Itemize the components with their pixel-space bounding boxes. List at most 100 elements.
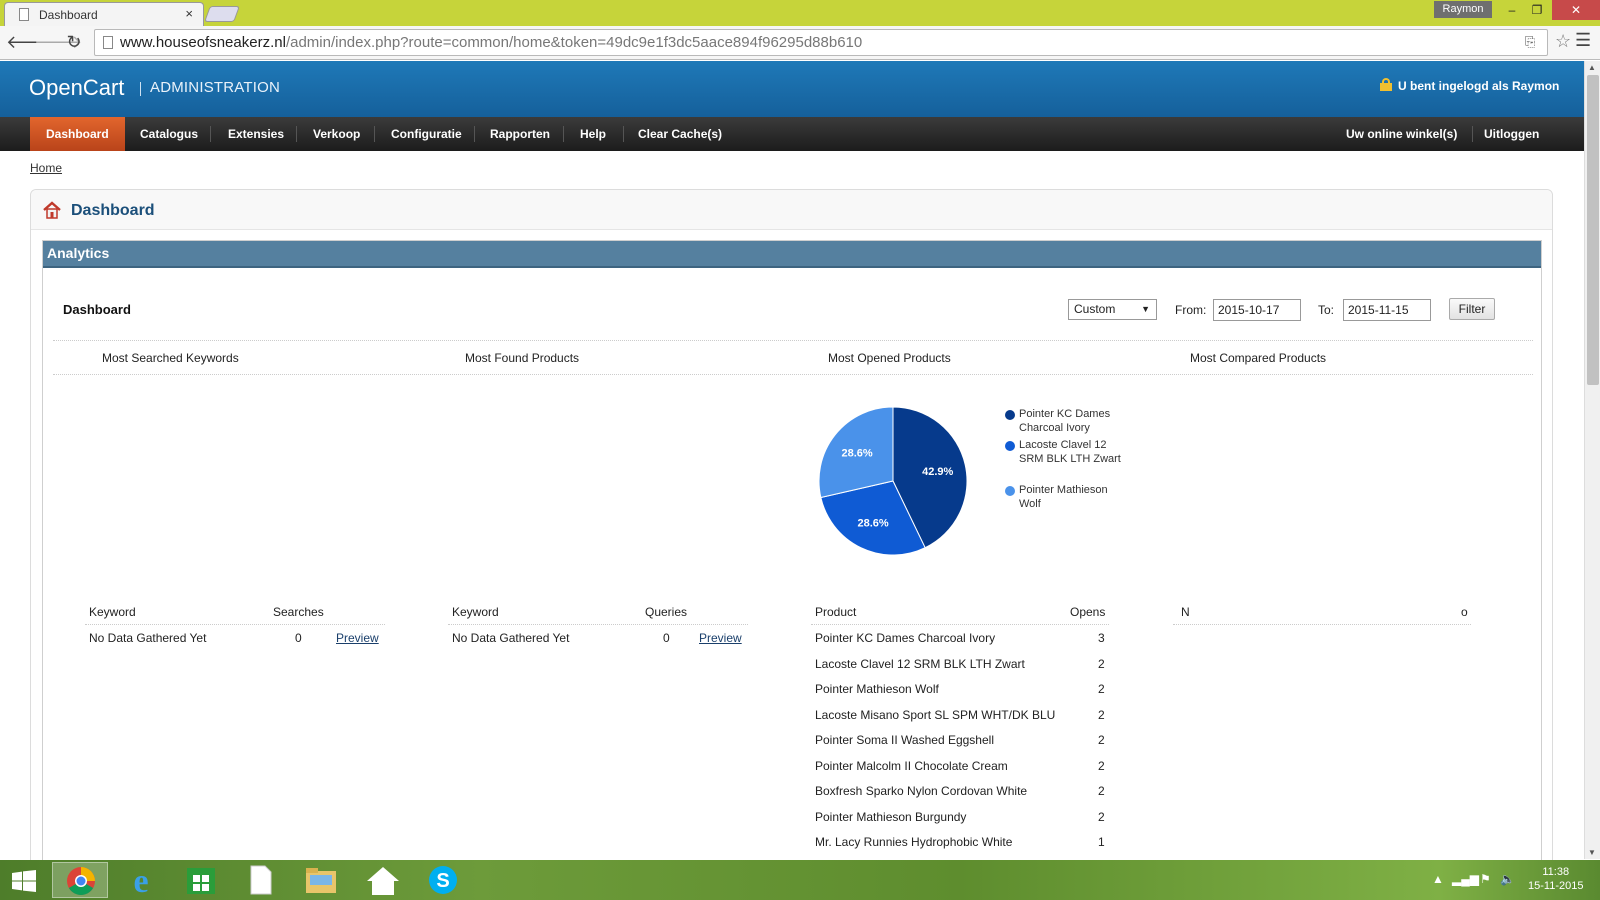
- scroll-thumb[interactable]: [1587, 75, 1599, 385]
- admin-header: OpenCart ADMINISTRATION U bent ingelogd …: [0, 61, 1584, 117]
- bookmark-star-icon[interactable]: ☆: [1555, 31, 1571, 52]
- page-icon: [103, 36, 113, 49]
- folder-icon: [306, 868, 336, 893]
- menu-help[interactable]: Help: [564, 117, 622, 151]
- chrome-icon: [67, 867, 95, 895]
- forward-arrow-icon[interactable]: 🡒: [34, 31, 82, 53]
- opened-product-count: 3: [1098, 631, 1105, 645]
- opened-product-name: Pointer KC Dames Charcoal Ivory: [815, 631, 996, 645]
- compared-col-n: N: [1181, 605, 1190, 619]
- maximize-button[interactable]: ❐: [1521, 0, 1553, 20]
- reload-icon[interactable]: ↻: [63, 31, 85, 53]
- menu-catalogus[interactable]: Catalogus: [124, 117, 214, 151]
- found-preview-link[interactable]: Preview: [699, 631, 742, 645]
- found-empty-text: No Data Gathered Yet: [452, 631, 570, 645]
- volume-icon[interactable]: 🔈: [1500, 872, 1515, 886]
- menu-clear-cache[interactable]: Clear Cache(s): [622, 117, 738, 151]
- table-divider: [811, 624, 1109, 625]
- scroll-down-icon[interactable]: ▼: [1588, 848, 1596, 857]
- clock-time: 11:38: [1542, 866, 1570, 878]
- legend-label: Lacoste Clavel 12 SRM BLK LTH Zwart: [1019, 439, 1121, 465]
- tray-expand-icon[interactable]: ▲: [1432, 872, 1444, 886]
- tab-close-icon[interactable]: ×: [185, 6, 193, 21]
- opened-product-name: Boxfresh Sparko Nylon Cordovan White: [815, 784, 1028, 798]
- table-divider: [1173, 624, 1471, 625]
- store-icon: [187, 868, 215, 894]
- url-host: www.houseofsneakerz.nl: [120, 34, 286, 51]
- opened-products-pie-chart: 42.9% 28.6% 28.6%: [818, 406, 968, 556]
- taskbar-internet-explorer[interactable]: e: [113, 862, 169, 900]
- taskbar-chrome[interactable]: [52, 862, 108, 898]
- taskbar-explorer[interactable]: [293, 862, 349, 898]
- legend-label: Pointer KC Dames Charcoal Ivory: [1019, 408, 1111, 434]
- opened-product-name: Mr. Lacy Runnies Hydrophobic White: [815, 835, 1013, 849]
- from-label: From:: [1175, 303, 1207, 317]
- legend-label: Pointer Mathieson Wolf: [1019, 484, 1108, 510]
- menu-dashboard[interactable]: Dashboard: [30, 117, 125, 151]
- range-select[interactable]: Custom ▼: [1068, 299, 1157, 320]
- page-title: Dashboard: [71, 202, 155, 219]
- taskbar-home[interactable]: [355, 862, 411, 898]
- opened-product-count: 2: [1098, 809, 1105, 824]
- browser-tab[interactable]: Dashboard ×: [4, 2, 204, 26]
- action-center-icon[interactable]: ⚑: [1480, 872, 1491, 886]
- opened-product-count: 2: [1098, 707, 1105, 722]
- opened-product-name: Lacoste Clavel 12 SRM BLK LTH Zwart: [815, 656, 1025, 671]
- menu-rapporten[interactable]: Rapporten: [474, 117, 566, 151]
- found-count: 0: [663, 631, 670, 645]
- windows-start-icon[interactable]: [12, 870, 36, 892]
- range-select-value: Custom: [1074, 302, 1116, 316]
- logged-in-text: U bent ingelogd als Raymon: [1398, 79, 1560, 93]
- opencart-logo[interactable]: OpenCart: [29, 75, 124, 101]
- address-bar[interactable]: www.houseofsneakerz.nl/admin/index.php?r…: [94, 29, 1571, 56]
- new-tab-button[interactable]: [204, 6, 240, 22]
- pie-slice-label: 28.6%: [857, 517, 888, 529]
- translate-icon[interactable]: ⎘: [1525, 34, 1535, 50]
- taskbar-store[interactable]: [173, 862, 229, 898]
- opened-product-name: Pointer Soma II Washed Eggshell: [815, 733, 994, 747]
- found-col-keyword: Keyword: [452, 605, 499, 619]
- svg-text:e: e: [133, 863, 148, 898]
- searched-col-keyword: Keyword: [89, 605, 136, 619]
- scroll-up-icon[interactable]: ▲: [1588, 63, 1596, 72]
- col-most-compared: Most Compared Products: [1190, 351, 1327, 365]
- searched-col-searches: Searches: [273, 605, 324, 619]
- tab-title: Dashboard: [39, 8, 98, 22]
- menu-logout[interactable]: Uitloggen: [1468, 117, 1555, 151]
- opened-product-count: 1: [1098, 835, 1105, 849]
- taskbar-document[interactable]: [233, 862, 289, 898]
- page-icon: [19, 8, 29, 21]
- legend-swatch: [1005, 410, 1015, 420]
- profile-badge[interactable]: Raymon: [1434, 1, 1492, 18]
- close-window-button[interactable]: ✕: [1552, 0, 1600, 20]
- menu-online-shops[interactable]: Uw online winkel(s): [1330, 117, 1473, 151]
- menu-configuratie[interactable]: Configuratie: [375, 117, 478, 151]
- opened-col-product: Product: [815, 605, 857, 619]
- network-icon[interactable]: ▂▄▆: [1452, 872, 1479, 886]
- menu-divider: [210, 126, 211, 142]
- divider: [53, 374, 1533, 375]
- breadcrumb-home[interactable]: Home: [30, 161, 62, 175]
- page-scrollbar[interactable]: ▲ ▼: [1584, 61, 1600, 859]
- col-most-opened: Most Opened Products: [828, 351, 951, 365]
- main-menu: Dashboard Catalogus Extensies Verkoop Co…: [0, 117, 1584, 151]
- document-icon: [250, 865, 272, 895]
- pie-slice-label: 28.6%: [842, 447, 873, 459]
- back-arrow-icon[interactable]: 🡐: [6, 31, 54, 53]
- filter-button[interactable]: Filter: [1449, 298, 1495, 320]
- logo-separator: [140, 82, 141, 96]
- searched-empty-text: No Data Gathered Yet: [89, 631, 207, 645]
- col-most-searched: Most Searched Keywords: [102, 351, 239, 365]
- lock-icon: [1380, 78, 1392, 91]
- chrome-menu-icon[interactable]: ☰: [1575, 30, 1591, 51]
- browser-toolbar: 🡐 🡒 ↻ www.houseofsneakerz.nl/admin/index…: [0, 26, 1600, 60]
- menu-extensies[interactable]: Extensies: [212, 117, 300, 151]
- taskbar-skype[interactable]: S: [415, 862, 471, 898]
- found-col-queries: Queries: [645, 605, 688, 619]
- to-date-input[interactable]: 2015-11-15: [1343, 299, 1431, 321]
- opened-product-count: 2: [1098, 682, 1105, 696]
- searched-preview-link[interactable]: Preview: [336, 631, 379, 645]
- menu-verkoop[interactable]: Verkoop: [297, 117, 376, 151]
- taskbar-clock[interactable]: 11:38 15-11-2015: [1528, 865, 1583, 893]
- from-date-input[interactable]: 2015-10-17: [1213, 299, 1301, 321]
